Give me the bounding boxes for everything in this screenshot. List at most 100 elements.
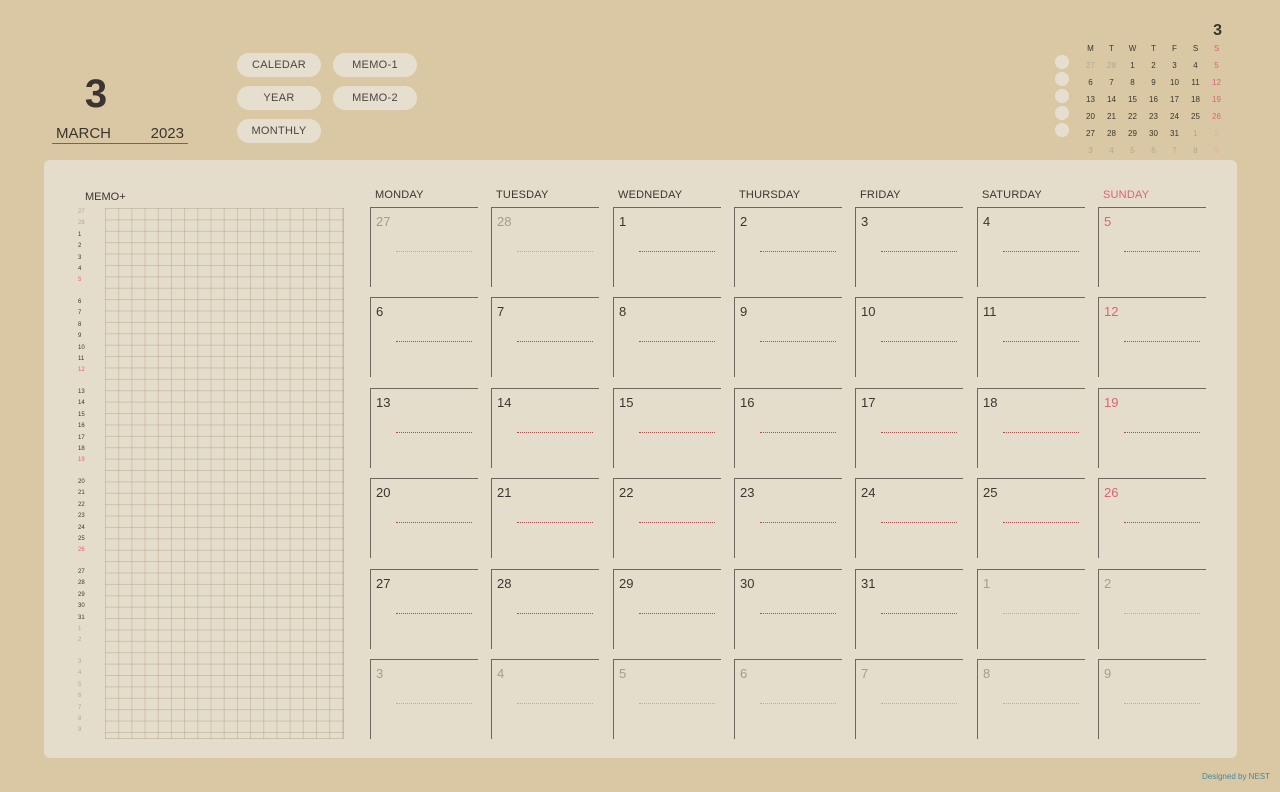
note-line[interactable]	[517, 613, 593, 614]
day-cell[interactable]: 18	[977, 388, 1085, 468]
mini-day[interactable]: 6	[1143, 142, 1164, 159]
note-line[interactable]	[639, 522, 715, 523]
day-cell[interactable]: 7	[855, 659, 963, 739]
mini-day[interactable]: 28	[1101, 57, 1122, 74]
mini-day[interactable]: 3	[1080, 142, 1101, 159]
mini-day[interactable]: 19	[1206, 91, 1227, 108]
day-cell[interactable]: 8	[977, 659, 1085, 739]
mini-day[interactable]: 2	[1206, 125, 1227, 142]
mini-day[interactable]: 6	[1080, 74, 1101, 91]
note-line[interactable]	[760, 522, 836, 523]
mini-day[interactable]: 3	[1164, 57, 1185, 74]
memo-2-tab-button[interactable]: MEMO-2	[333, 86, 417, 110]
day-cell[interactable]: 5	[613, 659, 721, 739]
note-line[interactable]	[1003, 432, 1079, 433]
note-line[interactable]	[1003, 341, 1079, 342]
day-cell[interactable]: 2	[1098, 569, 1206, 649]
day-cell[interactable]: 9	[734, 297, 842, 377]
mini-day[interactable]: 7	[1164, 142, 1185, 159]
day-cell[interactable]: 7	[491, 297, 599, 377]
memo-1-tab-button[interactable]: MEMO-1	[333, 53, 417, 77]
note-line[interactable]	[881, 432, 957, 433]
mini-day[interactable]: 9	[1206, 142, 1227, 159]
mini-day[interactable]: 25	[1185, 108, 1206, 125]
mini-day[interactable]: 29	[1122, 125, 1143, 142]
calendar-tab-button[interactable]: CALEDAR	[237, 53, 321, 77]
note-line[interactable]	[881, 251, 957, 252]
note-line[interactable]	[517, 251, 593, 252]
day-cell[interactable]: 15	[613, 388, 721, 468]
mini-day[interactable]: 23	[1143, 108, 1164, 125]
day-cell[interactable]: 8	[613, 297, 721, 377]
note-line[interactable]	[881, 522, 957, 523]
mini-day[interactable]: 8	[1122, 74, 1143, 91]
mini-day[interactable]: 24	[1164, 108, 1185, 125]
mini-day[interactable]: 9	[1143, 74, 1164, 91]
mini-day[interactable]: 4	[1101, 142, 1122, 159]
day-cell[interactable]: 12	[1098, 297, 1206, 377]
note-line[interactable]	[1124, 703, 1200, 704]
note-line[interactable]	[517, 522, 593, 523]
note-line[interactable]	[881, 341, 957, 342]
day-cell[interactable]: 22	[613, 478, 721, 558]
note-line[interactable]	[396, 251, 472, 252]
mini-day[interactable]: 16	[1143, 91, 1164, 108]
note-line[interactable]	[760, 341, 836, 342]
note-line[interactable]	[1124, 432, 1200, 433]
day-cell[interactable]: 13	[370, 388, 478, 468]
mini-day[interactable]: 13	[1080, 91, 1101, 108]
week-link-dot[interactable]	[1055, 55, 1069, 69]
note-line[interactable]	[396, 522, 472, 523]
memo-grid[interactable]	[105, 208, 344, 739]
day-cell[interactable]: 26	[1098, 478, 1206, 558]
note-line[interactable]	[396, 432, 472, 433]
note-line[interactable]	[760, 432, 836, 433]
day-cell[interactable]: 1	[613, 207, 721, 287]
day-cell[interactable]: 27	[370, 207, 478, 287]
day-cell[interactable]: 17	[855, 388, 963, 468]
day-cell[interactable]: 1	[977, 569, 1085, 649]
note-line[interactable]	[517, 341, 593, 342]
day-cell[interactable]: 2	[734, 207, 842, 287]
mini-day[interactable]: 1	[1122, 57, 1143, 74]
week-link-dot[interactable]	[1055, 72, 1069, 86]
week-link-dot[interactable]	[1055, 89, 1069, 103]
note-line[interactable]	[1124, 341, 1200, 342]
mini-day[interactable]: 28	[1101, 125, 1122, 142]
note-line[interactable]	[760, 251, 836, 252]
day-cell[interactable]: 3	[855, 207, 963, 287]
day-cell[interactable]: 29	[613, 569, 721, 649]
day-cell[interactable]: 28	[491, 207, 599, 287]
note-line[interactable]	[517, 432, 593, 433]
mini-day[interactable]: 12	[1206, 74, 1227, 91]
note-line[interactable]	[1003, 703, 1079, 704]
note-line[interactable]	[639, 613, 715, 614]
day-cell[interactable]: 4	[491, 659, 599, 739]
mini-day[interactable]: 7	[1101, 74, 1122, 91]
mini-day[interactable]: 31	[1164, 125, 1185, 142]
day-cell[interactable]: 6	[734, 659, 842, 739]
day-cell[interactable]: 5	[1098, 207, 1206, 287]
mini-day[interactable]: 10	[1164, 74, 1185, 91]
mini-day[interactable]: 21	[1101, 108, 1122, 125]
mini-day[interactable]: 2	[1143, 57, 1164, 74]
mini-day[interactable]: 20	[1080, 108, 1101, 125]
monthly-tab-button[interactable]: MONTHLY	[237, 119, 321, 143]
mini-day[interactable]: 11	[1185, 74, 1206, 91]
mini-day[interactable]: 8	[1185, 142, 1206, 159]
mini-day[interactable]: 4	[1185, 57, 1206, 74]
day-cell[interactable]: 9	[1098, 659, 1206, 739]
note-line[interactable]	[760, 613, 836, 614]
day-cell[interactable]: 27	[370, 569, 478, 649]
day-cell[interactable]: 23	[734, 478, 842, 558]
note-line[interactable]	[396, 703, 472, 704]
day-cell[interactable]: 28	[491, 569, 599, 649]
day-cell[interactable]: 6	[370, 297, 478, 377]
day-cell[interactable]: 3	[370, 659, 478, 739]
year-tab-button[interactable]: YEAR	[237, 86, 321, 110]
mini-day[interactable]: 30	[1143, 125, 1164, 142]
mini-day[interactable]: 15	[1122, 91, 1143, 108]
day-cell[interactable]: 24	[855, 478, 963, 558]
mini-day[interactable]: 22	[1122, 108, 1143, 125]
note-line[interactable]	[639, 703, 715, 704]
